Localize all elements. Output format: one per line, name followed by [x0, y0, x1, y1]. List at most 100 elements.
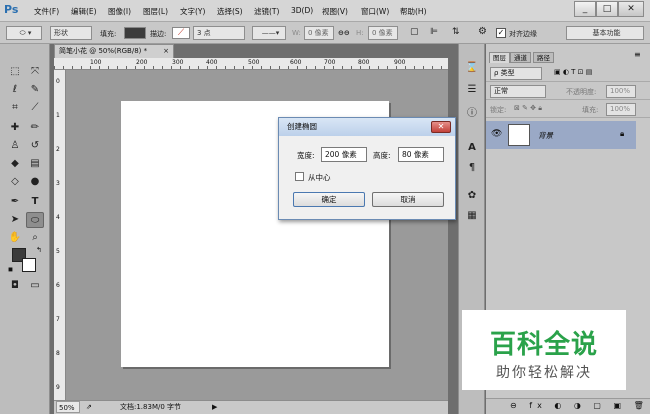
history-brush-icon[interactable]: ↺ — [26, 138, 44, 154]
dodge-icon[interactable]: ● — [26, 174, 44, 190]
stroke-type-select[interactable]: ——▾ — [252, 26, 286, 40]
filter-icons[interactable]: ▣ ◐ T ⊡ ▤ — [554, 68, 592, 76]
lasso-icon[interactable]: ℓ — [6, 82, 24, 98]
layer-row-background[interactable]: 👁︎ 背景 🔒︎ — [486, 121, 636, 149]
ellipse-tool-preset[interactable]: ⬭ ▾ — [6, 26, 42, 40]
document-tab-title: 简笔小花 @ 50%(RGB/8) * — [59, 47, 148, 55]
eraser-icon[interactable]: ◆ — [6, 156, 24, 172]
pen-icon[interactable]: ✒ — [6, 194, 24, 210]
fill-swatch[interactable] — [124, 27, 146, 39]
ruler-ticks — [54, 66, 448, 69]
move-icon[interactable]: ⤧ — [26, 64, 44, 80]
lock-row: 锁定: ⊠ ✎ ✥ 🔒︎ 填充: 100% — [486, 100, 650, 118]
eye-icon[interactable]: 👁︎ — [491, 129, 502, 139]
healing-brush-icon[interactable]: ✚ — [6, 120, 24, 136]
ok-button[interactable]: 确定 — [293, 192, 365, 207]
menu-view[interactable]: 视图(V) — [322, 6, 348, 17]
toolbox: ⬚ ⤧ ℓ ✎ ⌗ ⟋ ✚ ✏ ♙ ↺ ◆ ▤ ◇ ● ✒ T ➤ ⬭ ✋ ⌕ … — [0, 44, 50, 414]
height-input[interactable]: 0 像素 — [368, 26, 398, 40]
minimize-button[interactable]: _ — [574, 1, 596, 17]
screen-mode-icon[interactable]: ▭ — [26, 278, 44, 294]
swap-colors-icon[interactable]: ↰ — [36, 246, 42, 254]
document-tab[interactable]: 简笔小花 @ 50%(RGB/8) * × — [54, 44, 174, 58]
menu-select[interactable]: 选择(S) — [217, 6, 243, 17]
path-operations-icon[interactable]: ▢ — [410, 27, 419, 37]
opacity-input[interactable]: 100% — [606, 85, 636, 98]
menu-file[interactable]: 文件(F) — [34, 6, 59, 17]
close-tab-icon[interactable]: × — [163, 45, 169, 57]
brush-icon[interactable]: ✏ — [26, 120, 44, 136]
cancel-button[interactable]: 取消 — [372, 192, 444, 207]
stroke-size-select[interactable]: 3 点 — [193, 26, 245, 40]
panel-menu-icon[interactable]: ≡ — [634, 50, 641, 59]
quick-mask-icon[interactable]: ◘ — [6, 278, 24, 294]
gear-icon[interactable]: ⚙ — [478, 26, 487, 37]
watermark-subtitle: 助你轻松解决 — [496, 365, 592, 381]
ellipse-tool-icon[interactable]: ⬭ — [26, 212, 44, 228]
tab-channels[interactable]: 通道 — [510, 52, 531, 63]
link-icon[interactable]: ⊖⊖ — [338, 29, 350, 37]
stroke-swatch[interactable]: ⟋ — [172, 27, 190, 39]
ruler-vertical: 0 1 2 3 4 5 6 7 8 9 — [54, 70, 66, 400]
marquee-icon[interactable]: ⬚ — [6, 64, 24, 80]
zoom-icon[interactable]: ⌕ — [26, 230, 44, 246]
default-colors-icon[interactable]: ◼ — [8, 266, 13, 273]
blend-mode-select[interactable]: 正常 — [490, 85, 546, 98]
type-icon[interactable]: T — [26, 194, 44, 210]
ellipse-height-input[interactable]: 80 像素 — [398, 147, 444, 162]
zoom-field[interactable]: 50% — [56, 401, 80, 413]
menu-edit[interactable]: 编辑(E) — [71, 6, 97, 17]
width-field-label: 宽度: — [297, 151, 315, 160]
from-center-checkbox[interactable] — [295, 172, 304, 181]
layer-actions-icons[interactable]: ⊖ fx ◐ ◑ ▢ ▣ 🗑︎ — [510, 401, 649, 410]
lock-label: 锁定: — [490, 106, 507, 114]
shape-mode-select[interactable]: 形状 — [50, 26, 92, 40]
quick-select-icon[interactable]: ✎ — [26, 82, 44, 98]
align-edges-checkbox[interactable]: ✓ — [496, 28, 506, 38]
hand-icon[interactable]: ✋ — [6, 230, 24, 246]
menu-filter[interactable]: 滤镜(T) — [254, 6, 279, 17]
gradient-icon[interactable]: ▤ — [26, 156, 44, 172]
eyedropper-icon[interactable]: ⟋ — [26, 100, 44, 116]
crop-icon[interactable]: ⌗ — [6, 100, 24, 116]
character-icon[interactable]: A — [464, 140, 480, 156]
menu-layer[interactable]: 图层(L) — [143, 6, 168, 17]
info-icon[interactable]: ⓘ — [464, 106, 480, 122]
workspace-select[interactable]: 基本功能 — [566, 26, 644, 40]
lock-icons[interactable]: ⊠ ✎ ✥ 🔒︎ — [514, 104, 542, 113]
path-select-icon[interactable]: ➤ — [6, 212, 24, 228]
menu-image[interactable]: 图像(I) — [108, 6, 131, 17]
tab-layers[interactable]: 图层 — [489, 52, 510, 63]
fill-opacity-input[interactable]: 100% — [606, 103, 636, 116]
dialog-title: 创建椭圆 — [287, 122, 317, 131]
layer-kind-filter[interactable]: ρ 类型 — [490, 67, 542, 80]
paragraph-icon[interactable]: ¶ — [464, 160, 480, 176]
clone-stamp-icon[interactable]: ♙ — [6, 138, 24, 154]
layer-name[interactable]: 背景 — [538, 130, 553, 141]
dialog-close-button[interactable]: ✕ — [431, 121, 451, 133]
maximize-button[interactable]: □ — [596, 1, 618, 17]
menu-type[interactable]: 文字(Y) — [180, 6, 205, 17]
ruler-mark: 5 — [56, 248, 60, 255]
status-menu-arrow-icon[interactable]: ▶ — [212, 401, 217, 413]
grid-icon[interactable]: ▦ — [464, 208, 480, 224]
menu-help[interactable]: 帮助(H) — [400, 6, 427, 17]
ruler-mark: 700 — [324, 59, 336, 66]
options-bar: ⬭ ▾ 形状 填充: 描边: ⟋ 3 点 ——▾ W: 0 像素 ⊖⊖ H: 0… — [0, 22, 650, 44]
ruler-mark: 6 — [56, 282, 60, 289]
export-icon[interactable]: ⇗ — [86, 401, 92, 413]
close-window-button[interactable]: ✕ — [618, 1, 644, 17]
menu-window[interactable]: 窗口(W) — [361, 6, 389, 17]
background-color-swatch[interactable] — [22, 258, 36, 272]
width-input[interactable]: 0 像素 — [304, 26, 334, 40]
blur-icon[interactable]: ◇ — [6, 174, 24, 190]
path-arrangement-icon[interactable]: ⇅ — [452, 27, 460, 37]
styles-icon[interactable]: ✿ — [464, 188, 480, 204]
history-icon[interactable]: ⌛ — [464, 60, 480, 76]
path-alignment-icon[interactable]: ⊫ — [430, 27, 438, 37]
tab-paths[interactable]: 路径 — [533, 52, 554, 63]
ruler-mark: 900 — [394, 59, 406, 66]
ellipse-width-input[interactable]: 200 像素 — [321, 147, 367, 162]
menu-3d[interactable]: 3D(D) — [291, 6, 313, 15]
properties-icon[interactable]: ☰ — [464, 82, 480, 98]
